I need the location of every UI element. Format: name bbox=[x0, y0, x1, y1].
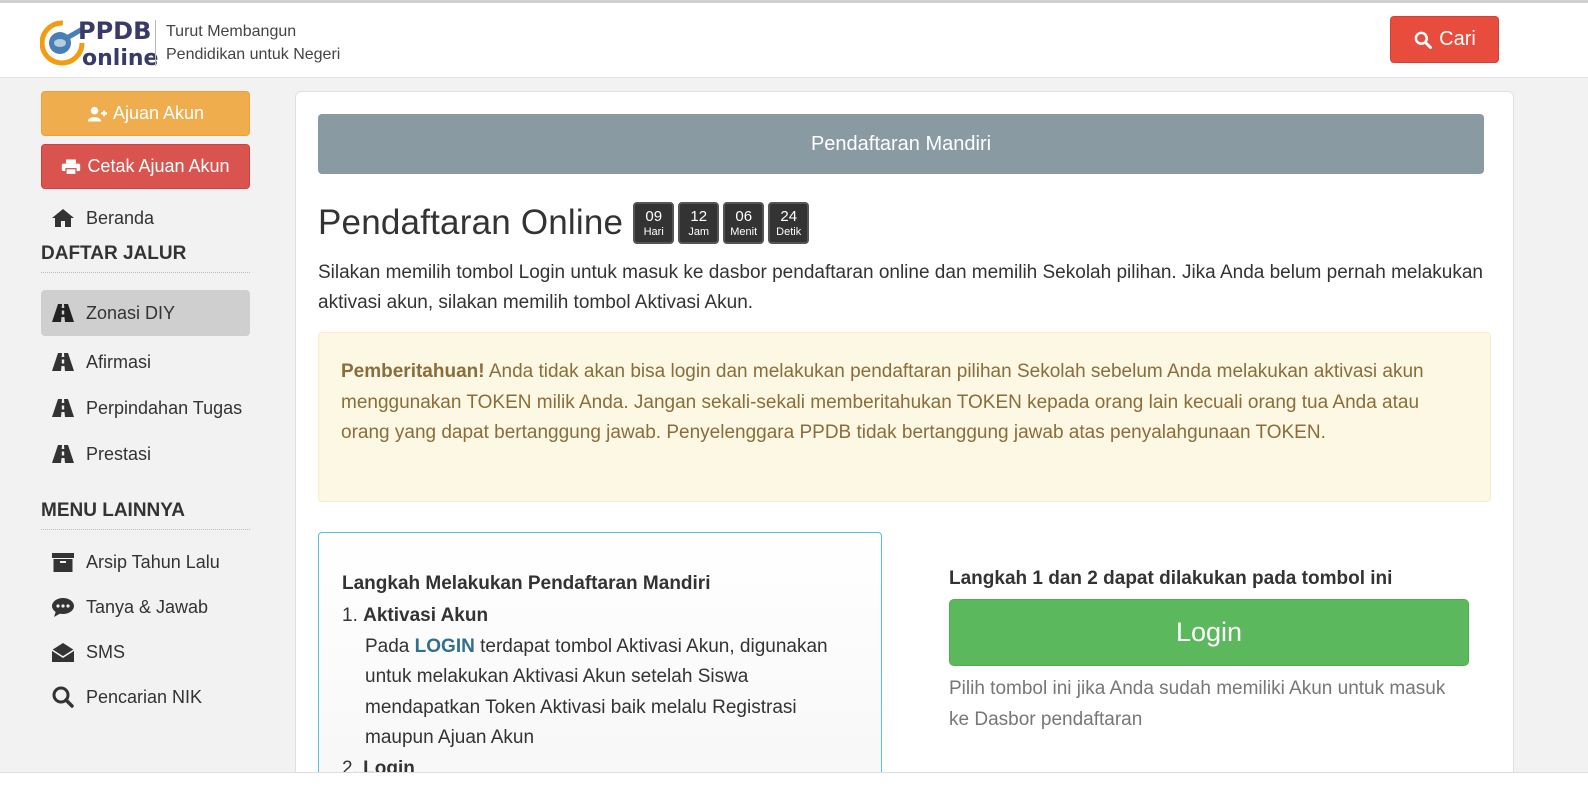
comment-icon bbox=[51, 596, 75, 618]
user-plus-icon bbox=[87, 106, 107, 121]
pendaftaran-mandiri-banner: Pendaftaran Mandiri bbox=[318, 114, 1484, 174]
alert-heading: Pemberitahuan! bbox=[341, 361, 485, 382]
sidebar-item-prestasi[interactable]: Prestasi bbox=[41, 436, 250, 472]
road-icon bbox=[51, 351, 75, 373]
tagline-line1: Turut Membangun bbox=[166, 23, 297, 40]
tagline: Turut Membangun Pendidikan untuk Negeri bbox=[155, 20, 340, 66]
countdown-value: 12 bbox=[690, 208, 708, 225]
countdown-label: Menit bbox=[730, 226, 758, 238]
logo-text-top: PPDB bbox=[78, 17, 151, 45]
login-hint: Langkah 1 dan 2 dapat dilakukan pada tom… bbox=[949, 568, 1393, 589]
sidebar-item-pencarian-nik[interactable]: Pencarian NIK bbox=[41, 679, 250, 715]
tagline-line2: Pendidikan untuk Negeri bbox=[166, 46, 341, 63]
countdown-value: 09 bbox=[645, 208, 663, 225]
countdown-label: Jam bbox=[688, 226, 710, 238]
logo-text-bottom: online bbox=[82, 46, 158, 69]
ppdb-logo[interactable]: PPDB online bbox=[39, 15, 158, 71]
cetak-ajuan-button[interactable]: Cetak Ajuan Akun bbox=[41, 144, 250, 189]
step-description: Pada LOGIN terdapat tombol Aktivasi Akun… bbox=[342, 632, 858, 754]
sidebar: Ajuan Akun Cetak Ajuan Akun Beranda DAFT… bbox=[41, 91, 250, 715]
sidebar-item-label: SMS bbox=[86, 641, 126, 662]
step-item: 1. Aktivasi Akun Pada LOGIN terdapat tom… bbox=[342, 601, 858, 754]
steps-title: Langkah Melakukan Pendaftaran Mandiri bbox=[342, 573, 711, 594]
countdown-value: 24 bbox=[780, 208, 798, 225]
section-divider bbox=[41, 272, 250, 273]
countdown-label: Detik bbox=[776, 226, 802, 238]
sidebar-item-label: Arsip Tahun Lalu bbox=[86, 551, 220, 572]
login-keyword: LOGIN bbox=[414, 635, 475, 657]
countdown-minutes: 06 Menit bbox=[723, 202, 765, 244]
archive-icon bbox=[51, 551, 75, 573]
steps-panel: Langkah Melakukan Pendaftaran Mandiri 1.… bbox=[318, 532, 882, 795]
section-title-menu-lainnya: MENU LAINNYA bbox=[41, 500, 185, 521]
sidebar-item-label: Perpindahan Tugas bbox=[86, 397, 243, 418]
sidebar-item-afirmasi[interactable]: Afirmasi bbox=[41, 344, 250, 380]
sidebar-item-label: Prestasi bbox=[86, 443, 152, 464]
sidebar-item-label: Beranda bbox=[86, 207, 155, 228]
envelope-open-icon bbox=[51, 641, 75, 663]
step-name: Aktivasi Akun bbox=[363, 605, 489, 626]
sidebar-item-sms[interactable]: SMS bbox=[41, 634, 250, 670]
sidebar-item-label: Zonasi DIY bbox=[86, 302, 176, 323]
title-row: Pendaftaran Online 09 Hari 12 Jam 06 Men… bbox=[318, 202, 810, 244]
search-button[interactable]: Cari bbox=[1390, 16, 1499, 63]
countdown-label: Hari bbox=[643, 226, 664, 238]
sidebar-item-zonasi[interactable]: Zonasi DIY bbox=[41, 290, 250, 336]
countdown-hours: 12 Jam bbox=[678, 202, 720, 244]
login-description: Pilih tombol ini jika Anda sudah memilik… bbox=[949, 678, 1446, 730]
search-icon bbox=[1414, 31, 1433, 49]
search-icon bbox=[51, 686, 75, 708]
sidebar-item-arsip[interactable]: Arsip Tahun Lalu bbox=[41, 544, 250, 580]
page-title: Pendaftaran Online bbox=[318, 203, 624, 242]
warning-alert: Pemberitahuan! Anda tidak akan bisa logi… bbox=[318, 332, 1491, 502]
section-divider bbox=[41, 529, 250, 530]
ajuan-akun-button[interactable]: Ajuan Akun bbox=[41, 91, 250, 136]
sidebar-item-label: Afirmasi bbox=[86, 351, 152, 372]
sidebar-item-tanya-jawab[interactable]: Tanya & Jawab bbox=[41, 589, 250, 625]
login-section: Langkah 1 dan 2 dapat dilakukan pada tom… bbox=[949, 564, 1469, 735]
countdown-value: 06 bbox=[735, 208, 753, 225]
countdown-seconds: 24 Detik bbox=[768, 202, 810, 244]
countdown-timer: 09 Hari 12 Jam 06 Menit 24 Detik bbox=[633, 202, 810, 244]
step-number: 1. bbox=[342, 605, 358, 626]
intro-text: Silakan memilih tombol Login untuk masuk… bbox=[318, 262, 1483, 313]
login-button[interactable]: Login bbox=[949, 599, 1469, 666]
main-panel: Pendaftaran Mandiri Pendaftaran Online 0… bbox=[295, 91, 1514, 795]
road-icon bbox=[51, 397, 75, 419]
bottom-bar bbox=[0, 772, 1588, 795]
step-desc-pre: Pada bbox=[365, 635, 415, 657]
home-icon bbox=[51, 207, 75, 229]
section-title-daftar-jalur: DAFTAR JALUR bbox=[41, 243, 187, 264]
alert-text: Anda tidak akan bisa login dan melakukan… bbox=[341, 361, 1424, 443]
cetak-ajuan-label: Cetak Ajuan Akun bbox=[87, 156, 230, 176]
site-header: PPDB online Turut Membangun Pendidikan u… bbox=[0, 3, 1588, 78]
search-button-label: Cari bbox=[1439, 28, 1476, 50]
print-icon bbox=[62, 159, 81, 175]
sidebar-item-beranda[interactable]: Beranda bbox=[41, 200, 250, 236]
ajuan-akun-label: Ajuan Akun bbox=[112, 103, 205, 123]
road-icon bbox=[51, 443, 75, 465]
countdown-days: 09 Hari bbox=[633, 202, 675, 244]
road-icon bbox=[51, 302, 75, 324]
sidebar-item-label: Tanya & Jawab bbox=[86, 596, 209, 617]
sidebar-item-label: Pencarian NIK bbox=[86, 686, 203, 707]
sidebar-item-perpindahan[interactable]: Perpindahan Tugas bbox=[41, 390, 250, 426]
